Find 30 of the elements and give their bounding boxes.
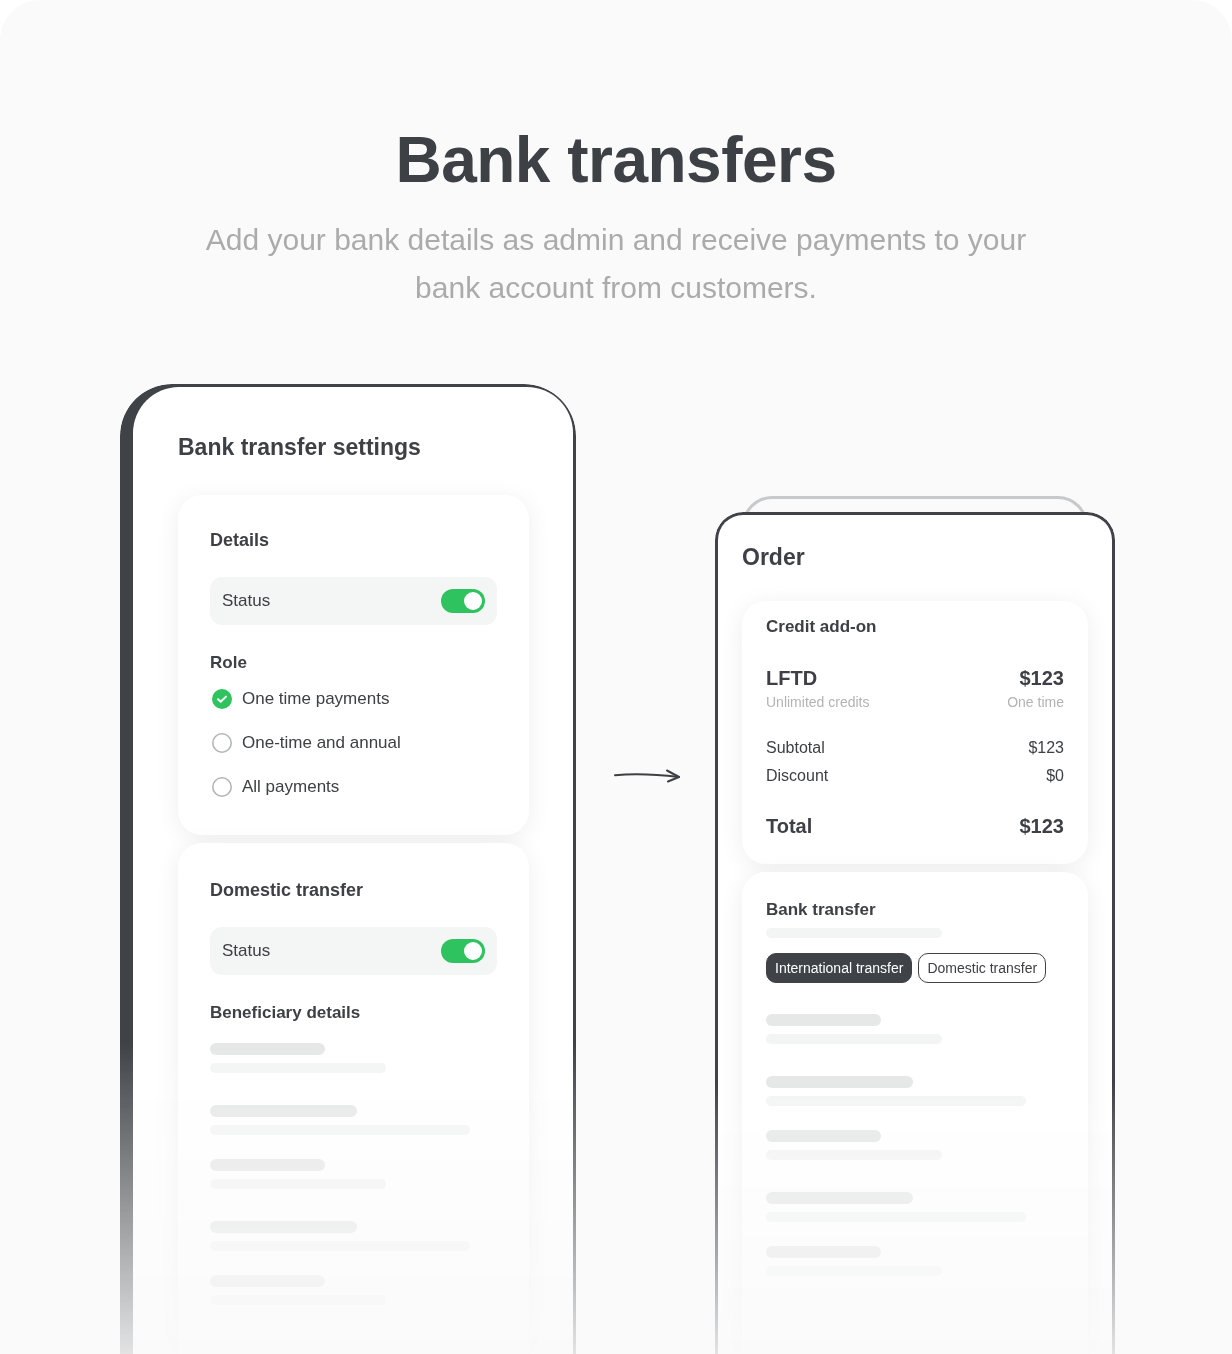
status-label: Status [222, 941, 271, 961]
total-label: Total [766, 814, 813, 838]
panel-title: Order [742, 543, 806, 571]
card-title: Credit add-on [766, 617, 878, 637]
radio-option[interactable]: All payments [210, 775, 340, 799]
card-title: Bank transfer [766, 900, 877, 920]
page-subtitle: Add your bank details as admin and receive payments to your bank account from customers. [204, 222, 1028, 306]
section-label: Role [210, 653, 248, 673]
billing-label: One time [1007, 693, 1064, 711]
line-item-label: Discount [766, 766, 829, 786]
product-description: Unlimited credits [766, 693, 870, 711]
page-title: Bank transfers [395, 128, 837, 192]
radio-option[interactable]: One time payments [210, 687, 390, 711]
line-item-amount: $0 [1046, 766, 1064, 786]
toggle-switch[interactable] [441, 939, 485, 963]
transfer-tab[interactable]: Domestic transfer [918, 953, 1047, 983]
arrow-icon [613, 769, 681, 783]
product-name: LFTD [766, 666, 819, 690]
card-title: Domestic transfer [210, 879, 365, 901]
total-amount: $123 [1019, 814, 1064, 838]
panel-title: Bank transfer settings [178, 433, 422, 461]
line-item-label: Subtotal [766, 738, 825, 758]
transfer-tab[interactable]: International transfer [766, 953, 913, 983]
line-item-amount: $123 [1028, 738, 1064, 758]
status-label: Status [222, 591, 271, 611]
card-title: Details [210, 529, 271, 551]
toggle-switch[interactable] [441, 589, 485, 613]
product-price: $123 [1019, 666, 1064, 690]
section-label: Beneficiary details [210, 1003, 362, 1023]
radio-option[interactable]: One-time and annual [210, 731, 401, 755]
